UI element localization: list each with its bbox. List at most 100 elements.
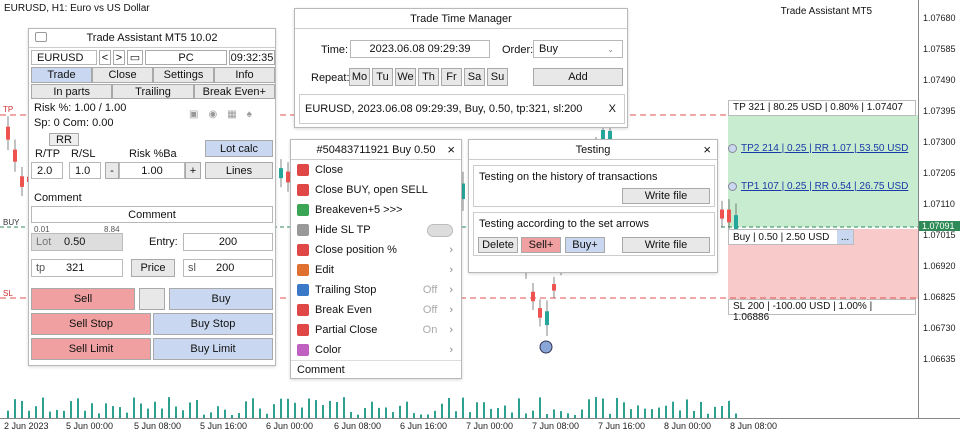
spacer-button[interactable]: [139, 288, 165, 310]
day-toggle-tu[interactable]: Tu: [372, 68, 393, 86]
tp1-handle[interactable]: [728, 181, 737, 191]
volume-bar: [259, 408, 261, 418]
tab-info[interactable]: Info: [214, 67, 275, 83]
menu-item[interactable]: Color ›: [291, 340, 461, 360]
tp-field[interactable]: tp 321: [31, 259, 123, 277]
menu-item[interactable]: Trailing Stop Off ›: [291, 280, 461, 300]
volume-bar: [35, 406, 37, 418]
volume-bar: [651, 409, 653, 418]
sell-limit-button[interactable]: Sell Limit: [31, 338, 151, 360]
volume-bar: [294, 402, 296, 418]
lot-calc-button[interactable]: Lot calc: [205, 140, 273, 157]
menu-item[interactable]: Break Even Off ›: [291, 300, 461, 320]
tab-settings[interactable]: Settings: [153, 67, 214, 83]
menu-item[interactable]: Partial Close On ›: [291, 320, 461, 340]
comment-input[interactable]: Comment: [31, 206, 273, 223]
tp2-row[interactable]: TP2 214 | 0.25 | RR 1.07 | 53.50 USD: [728, 140, 916, 156]
riskba-input[interactable]: 1.00: [119, 162, 185, 179]
sl-box[interactable]: SL 200 | -100.00 USD | 1.00% | 1.06886: [728, 299, 916, 323]
volume-bar: [280, 398, 282, 418]
write-file-arrows-button[interactable]: Write file: [622, 237, 710, 253]
close-icon[interactable]: X: [609, 103, 616, 115]
bell-icon[interactable]: ♠: [247, 109, 252, 120]
sl-field[interactable]: sl 200: [183, 259, 273, 277]
lot-field[interactable]: Lot 0.50: [31, 233, 123, 251]
menu-item-label: Partial Close: [315, 324, 378, 336]
volume-bar: [308, 398, 310, 418]
menu-item[interactable]: Breakeven+5 >>>: [291, 200, 461, 220]
schedule-list-item[interactable]: EURUSD, 2023.06.08 09:29:39, Buy, 0.50, …: [299, 94, 625, 124]
subtab-trailing[interactable]: Trailing: [112, 84, 194, 99]
buy-box-menu-button[interactable]: ...: [837, 230, 853, 244]
add-button[interactable]: Add: [533, 68, 623, 86]
comment-label: Comment: [34, 192, 82, 204]
buy-plus-button[interactable]: Buy+: [565, 237, 605, 253]
calendar-icon[interactable]: ▦: [227, 109, 236, 120]
mode-button[interactable]: PC: [145, 50, 227, 65]
sl-label: sl: [188, 262, 196, 274]
x-tick: 5 Jun 16:00: [200, 421, 248, 431]
volume-bar: [483, 402, 485, 418]
next-symbol-button[interactable]: >: [113, 50, 125, 65]
menu-item[interactable]: Close position % ›: [291, 240, 461, 260]
ta-icon-row: ▣ ◉ ▦ ♠: [189, 109, 252, 120]
buy-button[interactable]: Buy: [169, 288, 273, 310]
rsl-input[interactable]: 1.0: [69, 162, 101, 179]
eye-icon[interactable]: ◉: [208, 109, 217, 120]
ta-titlebar[interactable]: Trade Assistant MT5 10.02: [29, 29, 275, 48]
price-button[interactable]: Price: [131, 259, 175, 277]
ttm-titlebar[interactable]: Trade Time Manager: [295, 9, 627, 29]
subtab-break-even[interactable]: Break Even+: [193, 84, 275, 99]
write-file-button[interactable]: Write file: [622, 188, 710, 204]
folder-icon[interactable]: ▭: [127, 50, 143, 65]
time-axis: 2 Jun 2023 5 Jun 00:00 5 Jun 08:00 5 Jun 16…: [0, 418, 960, 435]
menu-item[interactable]: Close BUY, open SELL: [291, 180, 461, 200]
buy-stop-button[interactable]: Buy Stop: [153, 313, 273, 335]
volume-bar: [504, 405, 506, 418]
tp-box[interactable]: TP 321 | 80.25 USD | 0.80% | 1.07407: [728, 100, 916, 116]
tab-close[interactable]: Close: [92, 67, 153, 83]
day-toggle-mo[interactable]: Mo: [349, 68, 370, 86]
buy-limit-button[interactable]: Buy Limit: [153, 338, 273, 360]
subtab-in-parts[interactable]: In parts: [31, 84, 113, 99]
tp2-handle[interactable]: [728, 143, 737, 153]
day-toggle-we[interactable]: We: [395, 68, 416, 86]
close-icon[interactable]: ×: [703, 142, 711, 157]
tp-zone: [728, 115, 918, 227]
ctx-titlebar[interactable]: #50483711921 Buy 0.50 ×: [291, 140, 461, 160]
rr-button[interactable]: RR: [49, 133, 79, 146]
delete-button[interactable]: Delete: [478, 237, 518, 253]
tab-trade[interactable]: Trade: [31, 67, 92, 83]
menu-item[interactable]: Close: [291, 160, 461, 180]
time-input[interactable]: 2023.06.08 09:29:39: [350, 40, 490, 58]
risk-minus-button[interactable]: -: [105, 162, 119, 179]
prev-symbol-button[interactable]: <: [99, 50, 111, 65]
hide-sltp-toggle[interactable]: [427, 223, 453, 237]
menu-item[interactable]: Edit ›: [291, 260, 461, 280]
ctx-comment[interactable]: Comment: [291, 360, 461, 379]
volume-bar: [553, 409, 555, 418]
tp1-row[interactable]: TP1 107 | 0.25 | RR 0.54 | 26.75 USD: [728, 178, 916, 194]
testing-titlebar[interactable]: Testing ×: [469, 140, 717, 160]
day-toggle-su[interactable]: Su: [487, 68, 508, 86]
risk-plus-button[interactable]: +: [185, 162, 201, 179]
close-icon[interactable]: ×: [447, 142, 455, 157]
sell-button[interactable]: Sell: [31, 288, 135, 310]
sell-stop-button[interactable]: Sell Stop: [31, 313, 151, 335]
lines-button[interactable]: Lines: [205, 162, 273, 179]
menu-item[interactable]: Hide SL TP: [291, 220, 461, 240]
camera-icon[interactable]: [35, 32, 47, 42]
rtp-input[interactable]: 2.0: [31, 162, 63, 179]
entry-input[interactable]: 200: [183, 233, 273, 251]
image-icon[interactable]: ▣: [189, 109, 198, 120]
chevron-right-icon: ›: [449, 244, 453, 256]
symbol-select[interactable]: EURUSD: [31, 50, 97, 65]
day-toggle-fr[interactable]: Fr: [441, 68, 462, 86]
volume-bar: [105, 403, 107, 418]
order-select[interactable]: Buy ⌄: [533, 40, 623, 58]
sell-plus-button[interactable]: Sell+: [521, 237, 561, 253]
day-toggle-th[interactable]: Th: [418, 68, 439, 86]
buy-box[interactable]: Buy | 0.50 | 2.50 USD ...: [728, 229, 854, 245]
day-toggle-sa[interactable]: Sa: [464, 68, 485, 86]
repeat-days: Mo Tu We Th Fr Sa Su: [349, 68, 508, 86]
